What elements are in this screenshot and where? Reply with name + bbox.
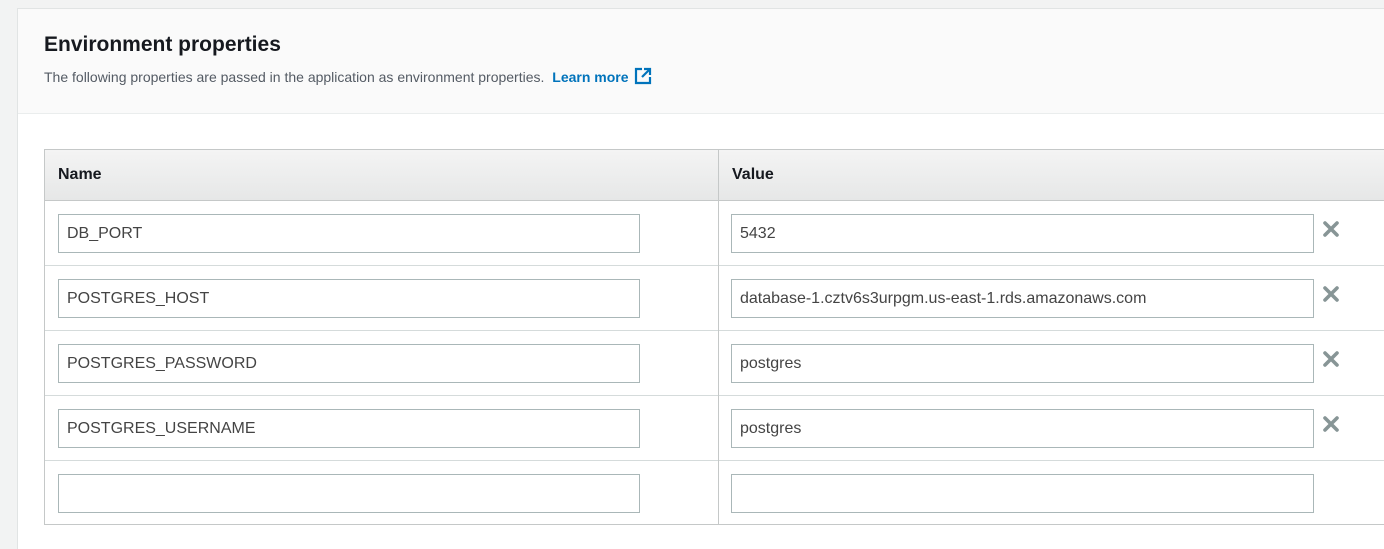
- close-icon: [1323, 286, 1339, 302]
- column-divider: [718, 150, 719, 524]
- remove-row-button[interactable]: [1321, 284, 1341, 304]
- panel-description: The following properties are passed in t…: [44, 67, 652, 88]
- panel-title: Environment properties: [44, 33, 281, 56]
- property-name-input[interactable]: [58, 214, 640, 253]
- new-property-value-input[interactable]: [731, 474, 1314, 513]
- external-link-icon: [634, 67, 652, 88]
- table-row: [45, 266, 1384, 331]
- remove-row-button[interactable]: [1321, 349, 1341, 369]
- property-name-input[interactable]: [58, 409, 640, 448]
- remove-row-button[interactable]: [1321, 414, 1341, 434]
- close-icon: [1323, 416, 1339, 432]
- learn-more-link[interactable]: Learn more: [552, 67, 652, 88]
- table-row: [45, 396, 1384, 461]
- table-header: Name Value: [45, 150, 1384, 201]
- close-icon: [1323, 221, 1339, 237]
- table-row: [45, 201, 1384, 266]
- property-value-input[interactable]: [731, 279, 1314, 318]
- column-header-value: Value: [732, 166, 774, 183]
- panel-header: Environment properties The following pro…: [18, 9, 1384, 114]
- property-value-input[interactable]: [731, 344, 1314, 383]
- column-header-name: Name: [58, 166, 102, 183]
- description-text: The following properties are passed in t…: [44, 69, 545, 85]
- property-name-input[interactable]: [58, 279, 640, 318]
- new-property-name-input[interactable]: [58, 474, 640, 513]
- env-properties-table: Name Value: [44, 149, 1384, 525]
- environment-properties-panel: Environment properties The following pro…: [17, 8, 1384, 549]
- close-icon: [1323, 351, 1339, 367]
- table-row: [45, 331, 1384, 396]
- remove-row-button[interactable]: [1321, 219, 1341, 239]
- property-name-input[interactable]: [58, 344, 640, 383]
- table-row-new: [45, 461, 1384, 526]
- property-value-input[interactable]: [731, 409, 1314, 448]
- property-value-input[interactable]: [731, 214, 1314, 253]
- learn-more-label: Learn more: [552, 69, 629, 85]
